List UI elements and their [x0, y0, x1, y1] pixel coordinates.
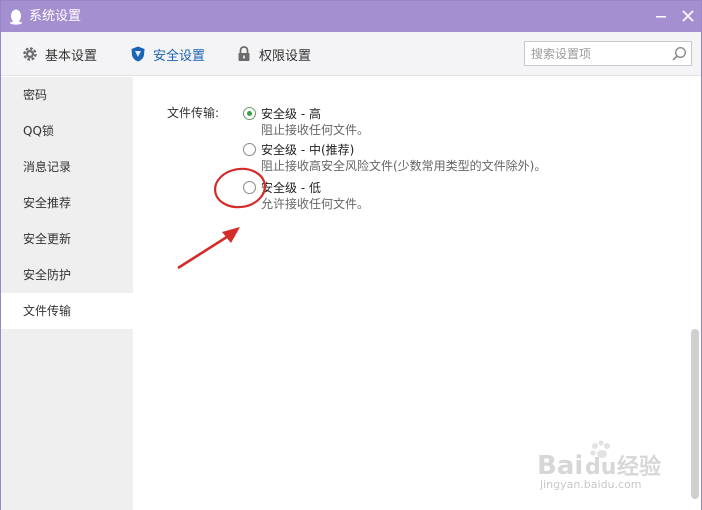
sidebar-item-password[interactable]: 密码 [1, 77, 133, 113]
tab-security-settings[interactable]: 安全设置 [129, 32, 205, 76]
option-title[interactable]: 安全级 - 低 [261, 179, 321, 196]
option-title[interactable]: 安全级 - 中(推荐) [261, 141, 354, 158]
tab-basic-settings[interactable]: 基本设置 [21, 32, 97, 76]
tab-permission-settings[interactable]: 权限设置 [235, 32, 311, 76]
svg-text:Bai: Bai [537, 451, 583, 481]
tab-label: 基本设置 [45, 48, 98, 64]
option-description: 阻止接收任何文件。 [261, 123, 370, 137]
settings-window: 系统设置 基本设置 安全设置 权限设置 搜索设置项 密码 QQ锁 消息记录 安全… [0, 0, 702, 510]
sidebar-item-security-recommend[interactable]: 安全推荐 [1, 185, 133, 221]
watermark-url: jingyan.baidu.com [540, 478, 642, 491]
sidebar-item-security-update[interactable]: 安全更新 [1, 221, 133, 257]
sidebar-nav: 密码 QQ锁 消息记录 安全推荐 安全更新 安全防护 文件传输 [1, 77, 133, 510]
lock-icon [238, 46, 250, 61]
sidebar-item-message-history[interactable]: 消息记录 [1, 149, 133, 185]
sidebar-item-qq-lock[interactable]: QQ锁 [1, 113, 133, 149]
close-icon[interactable] [679, 7, 697, 25]
radio-medium[interactable] [243, 143, 256, 156]
svg-text:du: du [585, 455, 616, 480]
baidu-jingyan-watermark: Bai du 经验 [537, 440, 661, 481]
tab-label: 权限设置 [259, 48, 312, 64]
radio-low[interactable] [243, 181, 256, 194]
search-input[interactable] [531, 45, 667, 62]
option-title[interactable]: 安全级 - 高 [261, 105, 321, 122]
gear-icon [23, 47, 37, 61]
option-description: 阻止接收高安全风险文件(少数常用类型的文件除外)。 [261, 159, 547, 173]
section-label: 文件传输: [167, 106, 220, 120]
option-description: 允许接收任何文件。 [261, 197, 370, 211]
svg-text:经验: 经验 [617, 454, 661, 480]
title-bar[interactable]: 系统设置 [1, 1, 701, 32]
tab-label: 安全设置 [153, 48, 206, 64]
settings-tabs: 基本设置 安全设置 权限设置 [1, 32, 701, 76]
vertical-scrollbar[interactable] [689, 77, 701, 510]
search-box [524, 41, 692, 66]
minimize-icon[interactable] [652, 7, 670, 25]
qq-penguin-icon [10, 9, 22, 25]
scrollbar-thumb[interactable] [691, 329, 699, 499]
sidebar-item-security-protection[interactable]: 安全防护 [1, 257, 133, 293]
window-title: 系统设置 [29, 9, 82, 24]
search-icon[interactable] [671, 46, 687, 62]
shield-icon [131, 46, 145, 62]
sidebar-item-file-transfer[interactable]: 文件传输 [1, 293, 133, 329]
radio-high[interactable] [243, 107, 256, 120]
